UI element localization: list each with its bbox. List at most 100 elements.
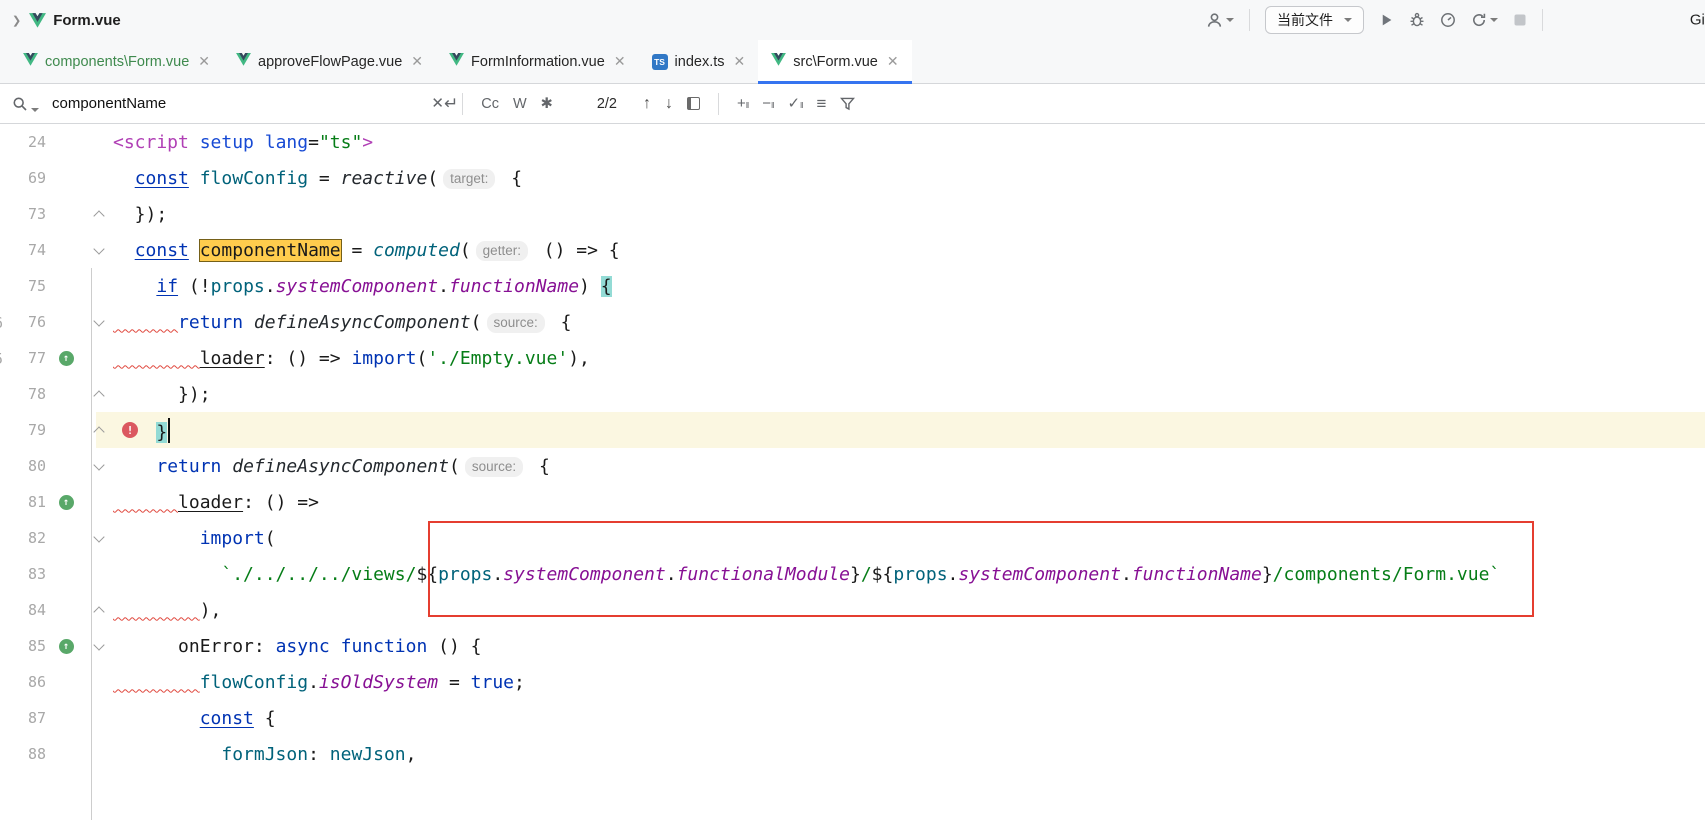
line-number[interactable]: 82 [12,529,46,547]
code-line-87[interactable]: 87 const { [0,700,1705,736]
profiler-button[interactable] [1440,12,1456,28]
token-d: ( [449,456,460,477]
line-number[interactable]: 73 [12,205,46,223]
code-line-78[interactable]: 78 }); [0,376,1705,412]
editor-tab[interactable]: approveFlowPage.vue✕ [223,40,436,83]
stop-button[interactable] [1513,13,1527,27]
line-number[interactable]: 77 [12,349,46,367]
fold-down-icon[interactable] [93,243,104,254]
select-occurrences-icon[interactable]: ✓II [787,96,802,111]
line-number[interactable]: 88 [12,745,46,763]
token-hb: { [601,276,612,297]
match-count: 2/2 [597,96,617,112]
line-number[interactable]: 80 [12,457,46,475]
line-number[interactable]: 86 [12,673,46,691]
token-s: /components/Form.vue` [1273,564,1501,585]
code-text: return defineAsyncComponent(source: { [112,312,571,333]
code-line-79[interactable]: 79! } [0,412,1705,448]
override-gutter-icon[interactable]: ↑ [59,351,74,366]
code-line-80[interactable]: 80 return defineAsyncComponent(source: { [0,448,1705,484]
code-line-88[interactable]: 88 formJson: newJson, [0,736,1705,772]
token-d: : [308,744,330,765]
line-number[interactable]: 83 [12,565,46,583]
line-number[interactable]: 76 [12,313,46,331]
code-line-73[interactable]: 73 }); [0,196,1705,232]
new-line-icon[interactable]: ↵ [444,95,458,112]
fold-up-icon[interactable] [93,390,104,401]
code-line-24[interactable]: 24<script setup lang="ts"> [0,124,1705,160]
fold-down-icon[interactable] [93,315,104,326]
code-text: import( [112,528,276,549]
match-case-toggle[interactable]: Cc [481,96,499,112]
debug-button[interactable] [1409,12,1425,28]
code-line-82[interactable]: 82 import( [0,520,1705,556]
filter-funnel-icon[interactable] [840,97,855,111]
tab-close-icon[interactable]: ✕ [734,53,746,70]
code-line-74[interactable]: 74 const componentName = computed(getter… [0,232,1705,268]
fold-down-icon[interactable] [93,459,104,470]
git-menu[interactable]: Git [1690,12,1705,29]
regex-toggle[interactable]: ✱ [541,96,553,112]
token-d: . [666,564,677,585]
code-line-81[interactable]: 81↑ loader: () => [0,484,1705,520]
editor-tab[interactable]: FormInformation.vue✕ [436,40,639,83]
editor-tab[interactable]: TSindex.ts✕ [639,40,759,83]
code-line-83[interactable]: 83 `./../../../views/${props.systemCompo… [0,556,1705,592]
fold-down-icon[interactable] [93,639,104,650]
tab-close-icon[interactable]: ✕ [411,53,423,70]
line-number[interactable]: 87 [12,709,46,727]
token-d: }); [113,204,167,225]
whole-words-toggle[interactable]: W [513,96,527,112]
error-icon[interactable]: ! [122,422,138,438]
line-number[interactable]: 74 [12,241,46,259]
line-number[interactable]: 24 [12,133,46,151]
editor-tab[interactable]: src\Form.vue✕ [758,40,911,83]
run-configuration-selector[interactable]: 当前文件 [1265,6,1364,34]
token-d: ( [416,348,427,369]
search-input[interactable]: componentName ✕ [12,95,444,112]
code-line-84[interactable]: 84 ), [0,592,1705,628]
token-d [113,564,221,585]
tab-close-icon[interactable]: ✕ [887,53,899,70]
line-number[interactable]: 78 [12,385,46,403]
next-match-button[interactable]: ↓ [665,95,673,113]
user-account-icon[interactable] [1206,12,1234,28]
editor-tab[interactable]: components\Form.vue✕ [10,40,223,83]
fold-down-icon[interactable] [93,531,104,542]
fold-up-icon[interactable] [93,426,104,437]
previous-match-button[interactable]: ↑ [643,95,651,113]
token-d [189,240,200,261]
code-editor[interactable]: 24<script setup lang="ts">69 const flowC… [0,124,1705,820]
search-query-text[interactable]: componentName [52,95,418,112]
remove-occurrence-icon[interactable]: −II [762,96,773,111]
override-gutter-icon[interactable]: ↑ [59,639,74,654]
rerun-button[interactable] [1471,12,1498,28]
tab-close-icon[interactable]: ✕ [198,53,210,70]
code-line-85[interactable]: 85↑ onError: async function () { [0,628,1705,664]
fold-up-icon[interactable] [93,210,104,221]
search-in-selection-toggle[interactable] [687,97,700,110]
token-p: systemComponent [503,564,666,585]
line-number[interactable]: 85 [12,637,46,655]
code-line-69[interactable]: 69 const flowConfig = reactive(target: { [0,160,1705,196]
tab-label: index.ts [675,54,725,70]
run-button[interactable] [1379,12,1394,28]
add-occurrence-icon[interactable]: +II [737,96,748,111]
fold-up-icon[interactable] [93,606,104,617]
sort-lines-icon[interactable]: ≡ [816,95,826,112]
line-number[interactable]: 81 [12,493,46,511]
line-number[interactable]: 79 [12,421,46,439]
line-number[interactable]: 69 [12,169,46,187]
token-a: lang [265,132,308,153]
tab-close-icon[interactable]: ✕ [614,53,626,70]
line-number[interactable]: 75 [12,277,46,295]
code-line-75[interactable]: 75 if (!props.systemComponent.functionNa… [0,268,1705,304]
code-line-76[interactable]: 676 return defineAsyncComponent(source: … [0,304,1705,340]
code-line-77[interactable]: 577↑ loader: () => import('./Empty.vue')… [0,340,1705,376]
line-number[interactable]: 84 [12,601,46,619]
code-line-86[interactable]: 86 flowConfig.isOldSystem = true; [0,664,1705,700]
override-gutter-icon[interactable]: ↑ [59,495,74,510]
token-d: . [948,564,959,585]
clear-search-icon[interactable]: ✕ [431,96,444,111]
search-icon[interactable] [12,96,39,112]
